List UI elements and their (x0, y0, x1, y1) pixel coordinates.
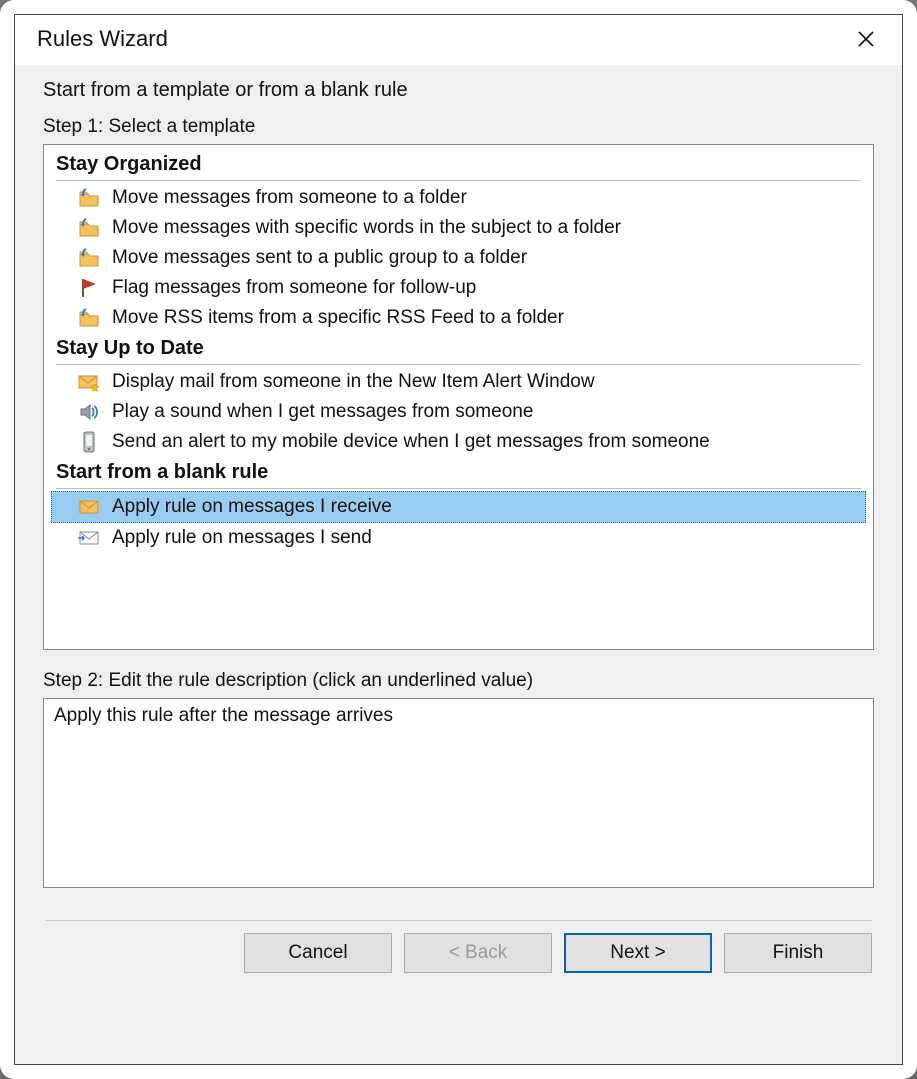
titlebar: Rules Wizard (15, 15, 902, 65)
speaker-icon (76, 399, 102, 425)
template-item-label: Move RSS items from a specific RSS Feed … (112, 307, 564, 329)
template-group-header: Stay Organized (56, 151, 861, 181)
folder-move-icon (76, 305, 102, 331)
mail-star-icon (76, 369, 102, 395)
step1-label: Step 1: Select a template (43, 116, 874, 138)
folder-move-icon (76, 215, 102, 241)
template-item-label: Move messages sent to a public group to … (112, 247, 527, 269)
template-item[interactable]: Flag messages from someone for follow-up (52, 273, 865, 303)
template-item[interactable]: Move messages sent to a public group to … (52, 243, 865, 273)
dialog-body: Start from a template or from a blank ru… (15, 65, 902, 1064)
template-item-label: Send an alert to my mobile device when I… (112, 431, 710, 453)
template-item-label: Move messages from someone to a folder (112, 187, 467, 209)
dialog-footer: Cancel < Back Next > Finish (43, 933, 874, 979)
mail-out-icon (76, 525, 102, 551)
template-item[interactable]: Move messages from someone to a folder (52, 183, 865, 213)
template-list[interactable]: Stay Organized Move messages from someone… (43, 144, 874, 650)
template-item-label: Flag messages from someone for follow-up (112, 277, 476, 299)
template-item[interactable]: Play a sound when I get messages from so… (52, 397, 865, 427)
template-item[interactable]: Send an alert to my mobile device when I… (52, 427, 865, 457)
back-button[interactable]: < Back (404, 933, 552, 973)
window-title: Rules Wizard (37, 26, 168, 52)
template-item[interactable]: Display mail from someone in the New Ite… (52, 367, 865, 397)
template-item[interactable]: Apply rule on messages I receive (51, 491, 866, 523)
step2-label: Step 2: Edit the rule description (click… (43, 670, 874, 692)
template-item-label: Display mail from someone in the New Ite… (112, 371, 595, 393)
mail-in-icon (76, 494, 102, 520)
rule-description-box[interactable]: Apply this rule after the message arrive… (43, 698, 874, 888)
dialog-heading: Start from a template or from a blank ru… (43, 79, 874, 102)
folder-move-icon (76, 245, 102, 271)
template-item-label: Apply rule on messages I receive (112, 496, 392, 518)
next-button[interactable]: Next > (564, 933, 712, 973)
flag-icon (76, 275, 102, 301)
rules-wizard-dialog: Rules Wizard Start from a template or fr… (14, 14, 903, 1065)
template-group-header: Start from a blank rule (56, 459, 861, 489)
folder-move-icon (76, 185, 102, 211)
close-button[interactable] (846, 23, 886, 55)
separator (45, 920, 872, 921)
finish-button[interactable]: Finish (724, 933, 872, 973)
template-group-header: Stay Up to Date (56, 335, 861, 365)
template-item-label: Move messages with specific words in the… (112, 217, 621, 239)
template-item-label: Apply rule on messages I send (112, 527, 372, 549)
template-item[interactable]: Move messages with specific words in the… (52, 213, 865, 243)
template-item[interactable]: Move RSS items from a specific RSS Feed … (52, 303, 865, 333)
cancel-button[interactable]: Cancel (244, 933, 392, 973)
mobile-icon (76, 429, 102, 455)
rule-description-text: Apply this rule after the message arrive… (54, 705, 393, 726)
close-icon (856, 29, 876, 49)
template-item[interactable]: Apply rule on messages I send (52, 523, 865, 553)
template-item-label: Play a sound when I get messages from so… (112, 401, 533, 423)
